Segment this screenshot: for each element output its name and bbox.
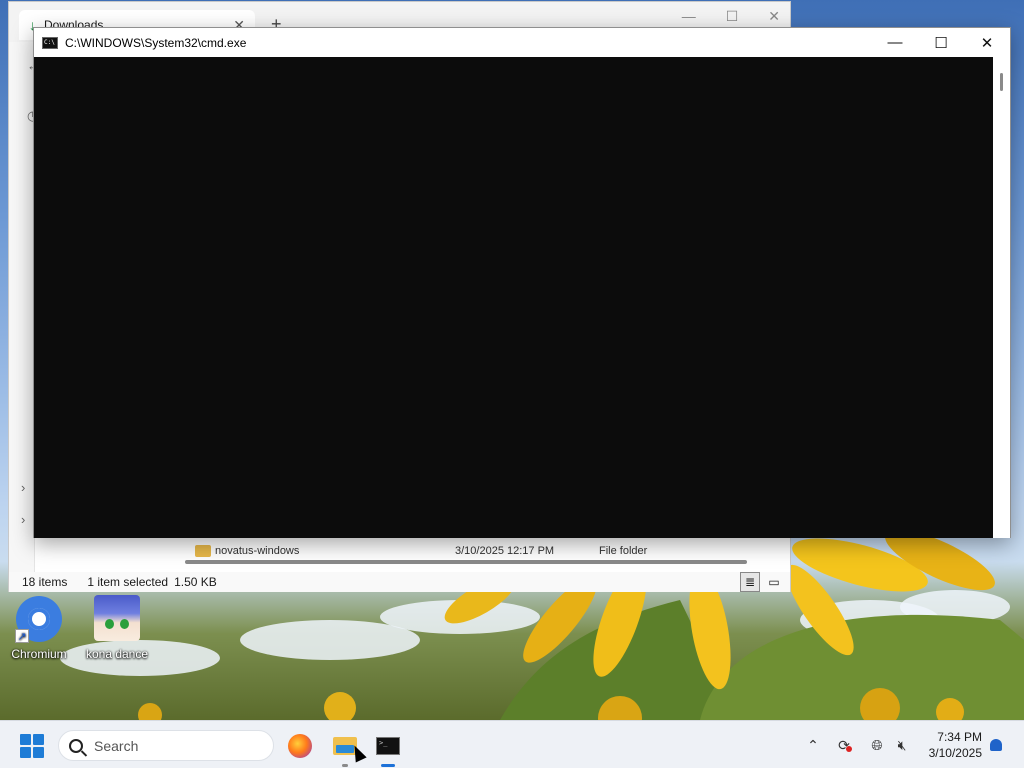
cmd-titlebar[interactable]: C:\ C:\WINDOWS\System32\cmd.exe — ☐ ✕: [34, 28, 1010, 57]
horizontal-scrollbar[interactable]: [185, 560, 747, 564]
file-date: 3/10/2025 12:17 PM: [455, 545, 555, 557]
taskbar-firefox[interactable]: [285, 731, 315, 761]
close-icon[interactable]: ✕: [768, 8, 780, 25]
tray-overflow[interactable]: ⌃: [804, 721, 822, 768]
tiles-view-icon[interactable]: ▭: [764, 572, 784, 592]
scrollbar-thumb[interactable]: [1000, 73, 1003, 91]
tray-update[interactable]: ⟳: [836, 721, 854, 768]
cmd-icon: >_: [376, 737, 400, 755]
globe-network-icon[interactable]: 🌐︎: [868, 736, 886, 754]
explorer-nav-strip: ← ◷ › ›: [9, 42, 40, 572]
close-icon[interactable]: ✕: [964, 28, 1010, 57]
desktop-icon-label: Chromium: [11, 647, 67, 661]
explorer-caption-buttons: — ☐ ✕: [682, 8, 780, 25]
taskbar-search-box[interactable]: Search: [58, 730, 274, 761]
file-type: File folder: [599, 545, 648, 557]
maximize-icon[interactable]: ☐: [726, 8, 739, 25]
desktop-icon-label: kona dance: [85, 647, 149, 661]
file-name: novatus-windows: [215, 545, 300, 557]
desktop-icon-kona-dance[interactable]: kona dance: [82, 595, 152, 661]
expand-chevron-icon[interactable]: ›: [21, 512, 25, 527]
minimize-icon[interactable]: —: [872, 28, 918, 57]
clock-date: 3/10/2025: [928, 746, 982, 760]
cmd-app-icon: C:\: [42, 36, 58, 49]
firefox-icon: [288, 734, 312, 758]
search-placeholder: Search: [94, 737, 139, 754]
clock-time: 7:34 PM: [937, 730, 982, 744]
running-indicator: [381, 764, 395, 767]
sync-update-icon[interactable]: ⟳: [836, 736, 854, 754]
cmd-window[interactable]: C:\ C:\WINDOWS\System32\cmd.exe — ☐ ✕: [33, 27, 1011, 538]
desktop-icon-chromium[interactable]: ↗ Chromium: [4, 595, 74, 661]
windows-start-icon[interactable]: [20, 734, 44, 758]
cmd-window-title: C:\WINDOWS\System32\cmd.exe: [65, 35, 247, 50]
maximize-icon[interactable]: ☐: [918, 28, 964, 57]
status-selection: 1 item selected: [87, 575, 169, 589]
chevron-up-icon[interactable]: ⌃: [804, 736, 822, 754]
status-size: 1.50 KB: [174, 575, 217, 589]
tray-sound[interactable]: 🔇︎: [893, 721, 911, 768]
chromium-icon: ↗: [15, 595, 63, 643]
taskbar-clock[interactable]: 7:34 PM 3/10/2025: [920, 729, 982, 761]
taskbar-cmd[interactable]: >_: [373, 731, 403, 767]
notification-bell-icon[interactable]: [988, 737, 1004, 753]
speaker-muted-icon[interactable]: 🔇︎: [893, 736, 911, 754]
expand-chevron-icon[interactable]: ›: [21, 480, 25, 495]
running-indicator: [342, 764, 348, 767]
folder-icon: [195, 545, 211, 557]
search-icon: [69, 738, 83, 753]
explorer-status-bar: 18 items 1 item selected 1.50 KB ≣ ▭: [9, 572, 790, 592]
cmd-vertical-scrollbar[interactable]: [993, 57, 1010, 538]
cmd-console-area[interactable]: [34, 57, 994, 538]
taskbar: Search >_ ⌃ ⟳ 🌐︎ 🔇︎ 7:34 PM 3/10/2025: [0, 720, 1024, 768]
kona-dance-icon: [93, 595, 141, 643]
status-item-count: 18 items: [22, 575, 68, 589]
details-view-icon[interactable]: ≣: [740, 572, 760, 592]
minimize-icon[interactable]: —: [682, 8, 696, 25]
tray-network[interactable]: 🌐︎: [868, 721, 886, 768]
file-row[interactable]: novatus-windows 3/10/2025 12:17 PM File …: [177, 541, 781, 557]
